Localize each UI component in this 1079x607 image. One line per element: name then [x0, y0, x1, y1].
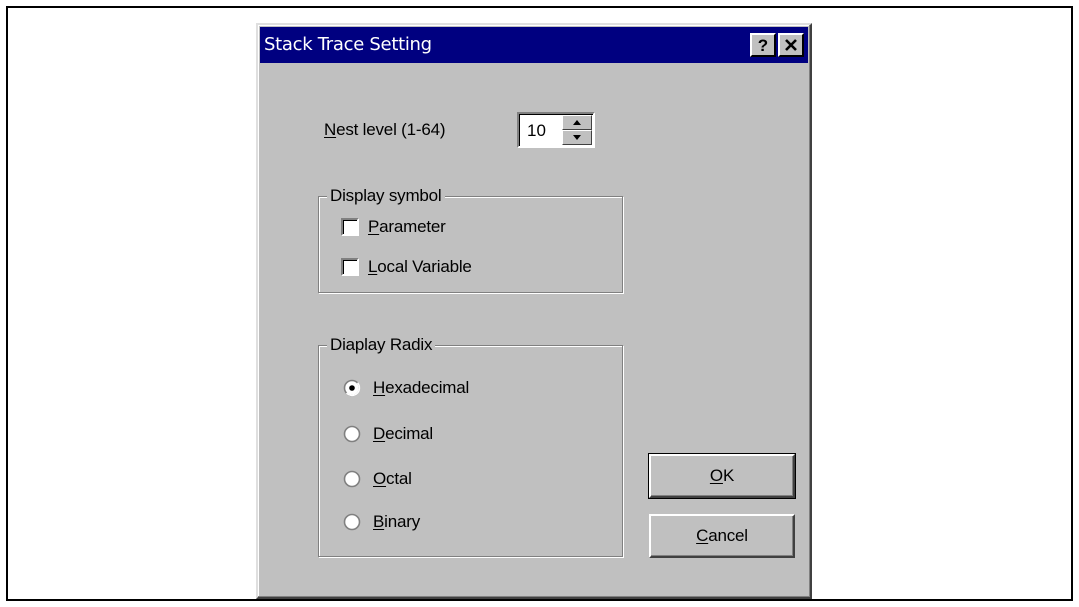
radio-octal-circle[interactable] [343, 470, 361, 488]
radio-hexadecimal[interactable]: Hexadecimal [343, 378, 469, 398]
spin-up-icon [573, 120, 581, 125]
spin-up-button[interactable] [562, 115, 592, 130]
binary-mnemonic: B [373, 512, 385, 531]
cancel-mnemonic: C [696, 526, 709, 545]
ok-label-text: K [722, 466, 735, 485]
nest-level-spinner[interactable]: 10 [517, 112, 595, 148]
parameter-checkbox[interactable]: Parameter [341, 217, 446, 237]
cancel-label: Cancel [696, 526, 748, 546]
dialog-title: Stack Trace Setting [264, 34, 432, 55]
radio-decimal[interactable]: Decimal [343, 424, 433, 444]
local-variable-checkbox[interactable]: Local Variable [341, 257, 472, 277]
parameter-label-text: arameter [379, 217, 446, 236]
nest-level-mnemonic: N [324, 120, 337, 139]
radio-hexadecimal-circle[interactable] [343, 379, 361, 397]
local-variable-mnemonic: L [368, 257, 378, 276]
local-variable-label-text: ocal Variable [377, 257, 472, 276]
close-button[interactable] [778, 33, 804, 57]
cancel-button[interactable]: Cancel [649, 514, 795, 558]
decimal-label-text: ecimal [385, 424, 434, 443]
close-icon [785, 39, 797, 51]
radio-decimal-circle[interactable] [343, 425, 361, 443]
radio-dot [349, 385, 355, 391]
ok-mnemonic: O [709, 466, 723, 485]
binary-label-text: inary [384, 512, 420, 531]
octal-label-text: ctal [386, 469, 412, 488]
parameter-label: Parameter [368, 217, 446, 237]
nest-level-label-text: est level (1-64) [336, 120, 446, 139]
spin-down-icon [573, 135, 581, 140]
display-radix-title: Diaplay Radix [327, 335, 436, 355]
hexadecimal-label: Hexadecimal [373, 378, 469, 398]
nest-level-label: Nest level (1-64) [324, 120, 446, 140]
help-button[interactable]: ? [750, 33, 776, 57]
svg-text:?: ? [758, 37, 768, 53]
decimal-label: Decimal [373, 424, 433, 444]
cancel-label-text: ancel [708, 526, 748, 545]
octal-mnemonic: O [373, 469, 387, 488]
radio-binary[interactable]: Binary [343, 512, 420, 532]
display-symbol-group: Display symbol [318, 186, 623, 293]
local-variable-checkbox-box[interactable] [341, 258, 359, 276]
parameter-checkbox-box[interactable] [341, 218, 359, 236]
title-bar: Stack Trace Setting ? [260, 27, 808, 63]
hexadecimal-label-text: exadecimal [385, 378, 470, 397]
spin-down-button[interactable] [562, 130, 592, 145]
local-variable-label: Local Variable [368, 257, 472, 277]
octal-label: Octal [373, 469, 412, 489]
parameter-mnemonic: P [368, 217, 380, 236]
nest-level-value[interactable]: 10 [527, 121, 546, 141]
ok-button[interactable]: OK [648, 453, 796, 499]
display-symbol-title: Display symbol [327, 186, 445, 206]
hexadecimal-mnemonic: H [373, 378, 386, 397]
radio-octal[interactable]: Octal [343, 469, 412, 489]
radio-binary-circle[interactable] [343, 513, 361, 531]
binary-label: Binary [373, 512, 420, 532]
ok-label: OK [710, 466, 734, 486]
decimal-mnemonic: D [373, 424, 386, 443]
help-icon: ? [758, 37, 768, 53]
